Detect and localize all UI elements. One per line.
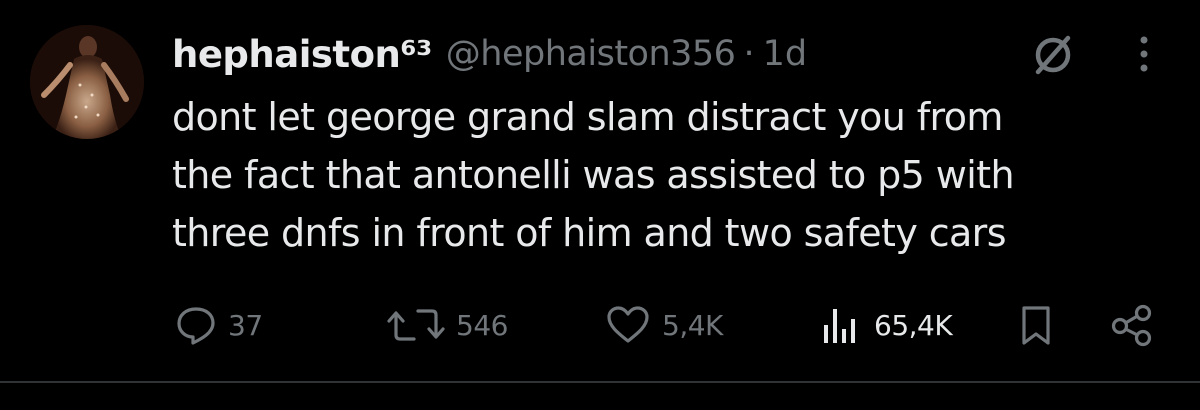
reply-button[interactable]: 37 bbox=[174, 300, 263, 350]
tweet-text: dont let george grand slam distract you … bbox=[172, 88, 1172, 262]
separator-dot: · bbox=[743, 34, 755, 74]
views-button[interactable]: 65,4K bbox=[818, 300, 953, 350]
tweet[interactable]: hephaiston⁶³ @hephaiston356 · 1d dont le… bbox=[0, 0, 1200, 382]
avatar-image bbox=[30, 25, 144, 139]
grok-icon[interactable] bbox=[1028, 30, 1078, 80]
repost-count: 546 bbox=[456, 308, 508, 342]
like-button[interactable]: 5,4K bbox=[604, 300, 723, 350]
timestamp[interactable]: 1d bbox=[763, 34, 808, 74]
reply-count: 37 bbox=[228, 308, 263, 342]
tweet-text-line: three dnfs in front of him and two safet… bbox=[172, 211, 1007, 255]
repost-button[interactable]: 546 bbox=[386, 300, 508, 350]
share-button[interactable] bbox=[1108, 300, 1156, 350]
reply-icon bbox=[177, 307, 215, 345]
tweet-text-line: the fact that antonelli was assisted to … bbox=[172, 153, 1015, 197]
views-count: 65,4K bbox=[874, 308, 953, 342]
more-icon[interactable] bbox=[1124, 32, 1164, 76]
heart-icon bbox=[607, 306, 649, 343]
divider bbox=[0, 381, 1200, 383]
tweet-header: hephaiston⁶³ @hephaiston356 · 1d bbox=[172, 24, 807, 84]
tweet-text-line: dont let george grand slam distract you … bbox=[172, 95, 1003, 139]
bookmark-icon bbox=[1022, 306, 1050, 345]
avatar[interactable] bbox=[30, 25, 144, 139]
action-bar: 37 546 5,4K 65,4K bbox=[0, 300, 1200, 350]
analytics-icon bbox=[824, 309, 855, 343]
share-icon bbox=[1111, 304, 1152, 347]
repost-icon bbox=[387, 309, 445, 341]
display-name[interactable]: hephaiston⁶³ bbox=[172, 33, 432, 76]
bookmark-button[interactable] bbox=[1016, 300, 1056, 350]
like-count: 5,4K bbox=[662, 308, 723, 342]
user-handle[interactable]: @hephaiston356 bbox=[446, 34, 736, 74]
